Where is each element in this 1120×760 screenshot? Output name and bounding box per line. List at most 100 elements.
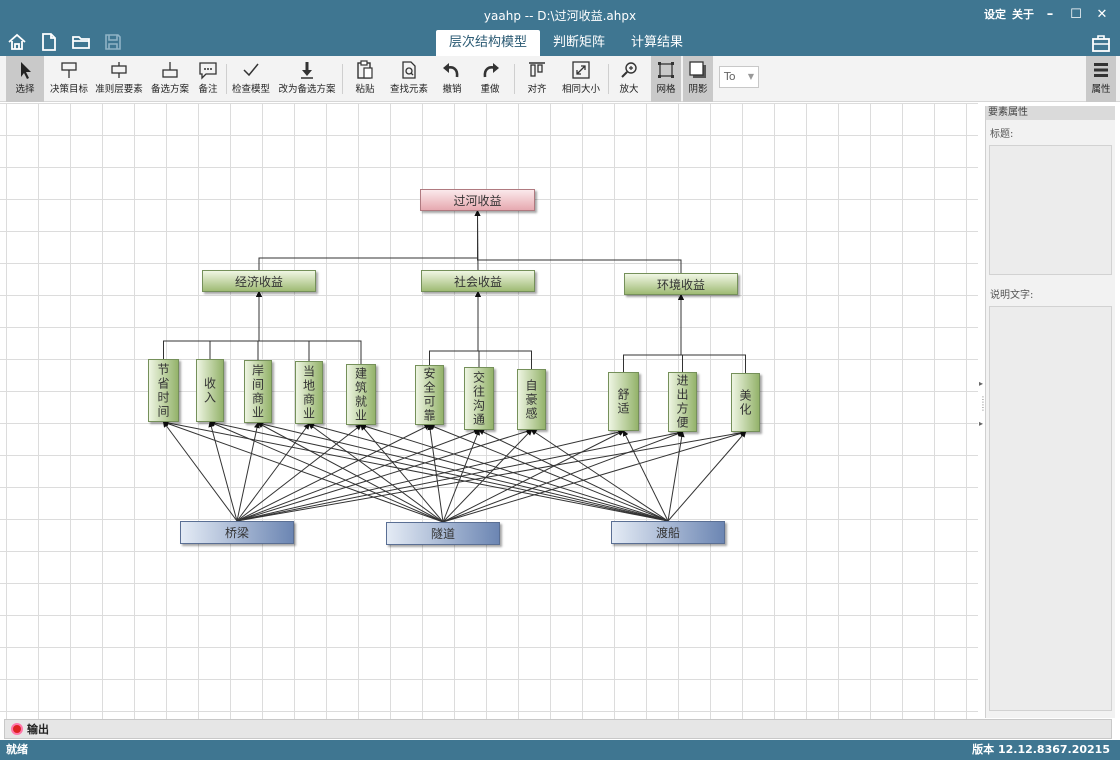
title-bar: yaahp -- D:\过河收益.ahpx 设定 关于 – ☐ ✕ 层次结构模型… (0, 0, 1120, 56)
connector-line (256, 291, 310, 361)
tab-calculation-result[interactable]: 计算结果 (618, 30, 696, 56)
note-tool[interactable]: 备注 (195, 56, 221, 102)
pointer-icon (15, 56, 35, 84)
connector-line (667, 431, 747, 522)
main-tabs: 层次结构模型 判断矩阵 计算结果 (436, 30, 696, 56)
toolbar-separator (608, 64, 609, 94)
undo-tool[interactable]: 撤销 (436, 56, 468, 102)
output-icon (11, 723, 23, 735)
subcriteria-node[interactable]: 岸间商业 (244, 360, 272, 423)
window-controls: 设定 关于 – ☐ ✕ (984, 6, 1112, 22)
subcriteria-node[interactable]: 节省时间 (148, 359, 179, 422)
connector-line (308, 422, 669, 522)
subcriteria-node[interactable]: 安全可靠 (415, 365, 444, 425)
subcriteria-node[interactable]: 美化 (731, 373, 760, 432)
ribbon-toolbar: 选择 决策目标 准则层要素 备选方案 备注 检查模型 改为备选方案 粘贴 查找元… (0, 56, 1120, 102)
check-model-tool[interactable]: 检查模型 (230, 56, 272, 102)
subcriteria-node[interactable]: 舒适 (608, 372, 639, 431)
alternative-tool[interactable]: 备选方案 (149, 56, 191, 102)
find-element-tool[interactable]: 查找元素 (388, 56, 430, 102)
connector-line (257, 422, 444, 523)
toolbar-separator (342, 64, 343, 94)
connector-line (162, 421, 238, 522)
paste-tool[interactable]: 粘贴 (350, 56, 380, 102)
grid-icon (656, 56, 676, 84)
quick-access-toolbar (6, 31, 124, 53)
same-size-tool[interactable]: 相同大小 (560, 56, 602, 102)
subcriteria-node[interactable]: 收入 (196, 359, 224, 422)
model-canvas[interactable]: 过河收益 经济收益 社会收益 环境收益 节省时间 收入 岸间商业 当地商业 建筑… (0, 103, 978, 719)
connector-line (478, 429, 669, 522)
alternative-node-icon (160, 56, 180, 84)
open-folder-icon[interactable] (70, 31, 92, 53)
subcriteria-node[interactable]: 进出方便 (668, 372, 697, 432)
connector-line (258, 210, 481, 270)
to-alternative-tool[interactable]: 改为备选方案 (276, 56, 338, 102)
toolbar-separator (514, 64, 515, 94)
criteria-node[interactable]: 社会收益 (421, 270, 535, 292)
subcriteria-node[interactable]: 交往沟通 (464, 367, 494, 430)
connector-line (256, 291, 362, 364)
close-button[interactable]: ✕ (1092, 6, 1112, 22)
checkmark-icon (241, 56, 261, 84)
goal-node-icon (59, 56, 79, 84)
redo-icon (479, 56, 501, 84)
toolbar-separator (226, 64, 227, 94)
redo-tool[interactable]: 重做 (474, 56, 506, 102)
alternative-node[interactable]: 渡船 (611, 521, 725, 544)
shadow-icon (688, 56, 708, 84)
connector-line (429, 291, 481, 365)
output-bar[interactable]: 输出 (4, 719, 1112, 739)
align-top-icon (527, 56, 547, 84)
minimize-button[interactable]: – (1040, 6, 1060, 22)
save-icon[interactable] (102, 31, 124, 53)
select-tool[interactable]: 选择 (6, 56, 44, 102)
connector-line (236, 430, 684, 522)
goal-node[interactable]: 过河收益 (420, 189, 535, 211)
connector-line (208, 421, 238, 522)
criteria-node[interactable]: 经济收益 (202, 270, 316, 292)
subcriteria-node[interactable]: 建筑就业 (346, 364, 376, 425)
shadow-toggle[interactable]: 阴影 (683, 56, 713, 102)
title-field[interactable] (989, 145, 1112, 275)
criteria-element-tool[interactable]: 准则层要素 (94, 56, 144, 102)
list-icon (1091, 56, 1111, 84)
title-label: 标题: (990, 129, 1014, 140)
settings-link[interactable]: 设定 (984, 6, 1006, 22)
decision-goal-tool[interactable]: 决策目标 (48, 56, 90, 102)
tab-hierarchy-model[interactable]: 层次结构模型 (436, 30, 541, 56)
connector-line (474, 210, 682, 273)
connector-line (623, 430, 669, 522)
alternative-node[interactable]: 隧道 (386, 522, 500, 545)
panel-header: 要素属性 (986, 106, 1115, 120)
new-file-icon[interactable] (38, 31, 60, 53)
description-field[interactable] (989, 306, 1112, 711)
align-tool[interactable]: 对齐 (522, 56, 552, 102)
tab-judgment-matrix[interactable]: 判断矩阵 (540, 30, 618, 56)
output-label: 输出 (27, 723, 49, 736)
zoom-tool[interactable]: 放大 (614, 56, 644, 102)
grid-toggle[interactable]: 网格 (651, 56, 681, 102)
connector-line (678, 294, 746, 373)
connector-line (209, 291, 262, 359)
about-link[interactable]: 关于 (1012, 6, 1034, 22)
properties-toggle[interactable]: 属性 (1086, 56, 1116, 102)
maximize-button[interactable]: ☐ (1066, 6, 1086, 22)
panel-splitter[interactable]: ▸ ⋮ ⋮ ▸ (979, 380, 987, 440)
home-icon[interactable] (6, 31, 28, 53)
criteria-node[interactable]: 环境收益 (624, 273, 738, 295)
subcriteria-node[interactable]: 自豪感 (517, 369, 546, 430)
line-style-combo[interactable]: To ▼ (719, 66, 759, 88)
description-label: 说明文字: (990, 290, 1034, 301)
connector-line (623, 294, 684, 372)
zoom-in-icon (619, 56, 639, 84)
window-title: yaahp -- D:\过河收益.ahpx (483, 9, 637, 23)
alternative-node[interactable]: 桥梁 (180, 521, 294, 544)
briefcase-icon[interactable] (1090, 32, 1112, 54)
status-text: 就绪 (6, 743, 28, 756)
clipboard-icon (354, 56, 376, 84)
arrow-down-icon (297, 56, 317, 84)
status-bar: 就绪 版本 12.12.8367.20215 (0, 740, 1120, 760)
undo-icon (441, 56, 463, 84)
subcriteria-node[interactable]: 当地商业 (295, 361, 323, 424)
